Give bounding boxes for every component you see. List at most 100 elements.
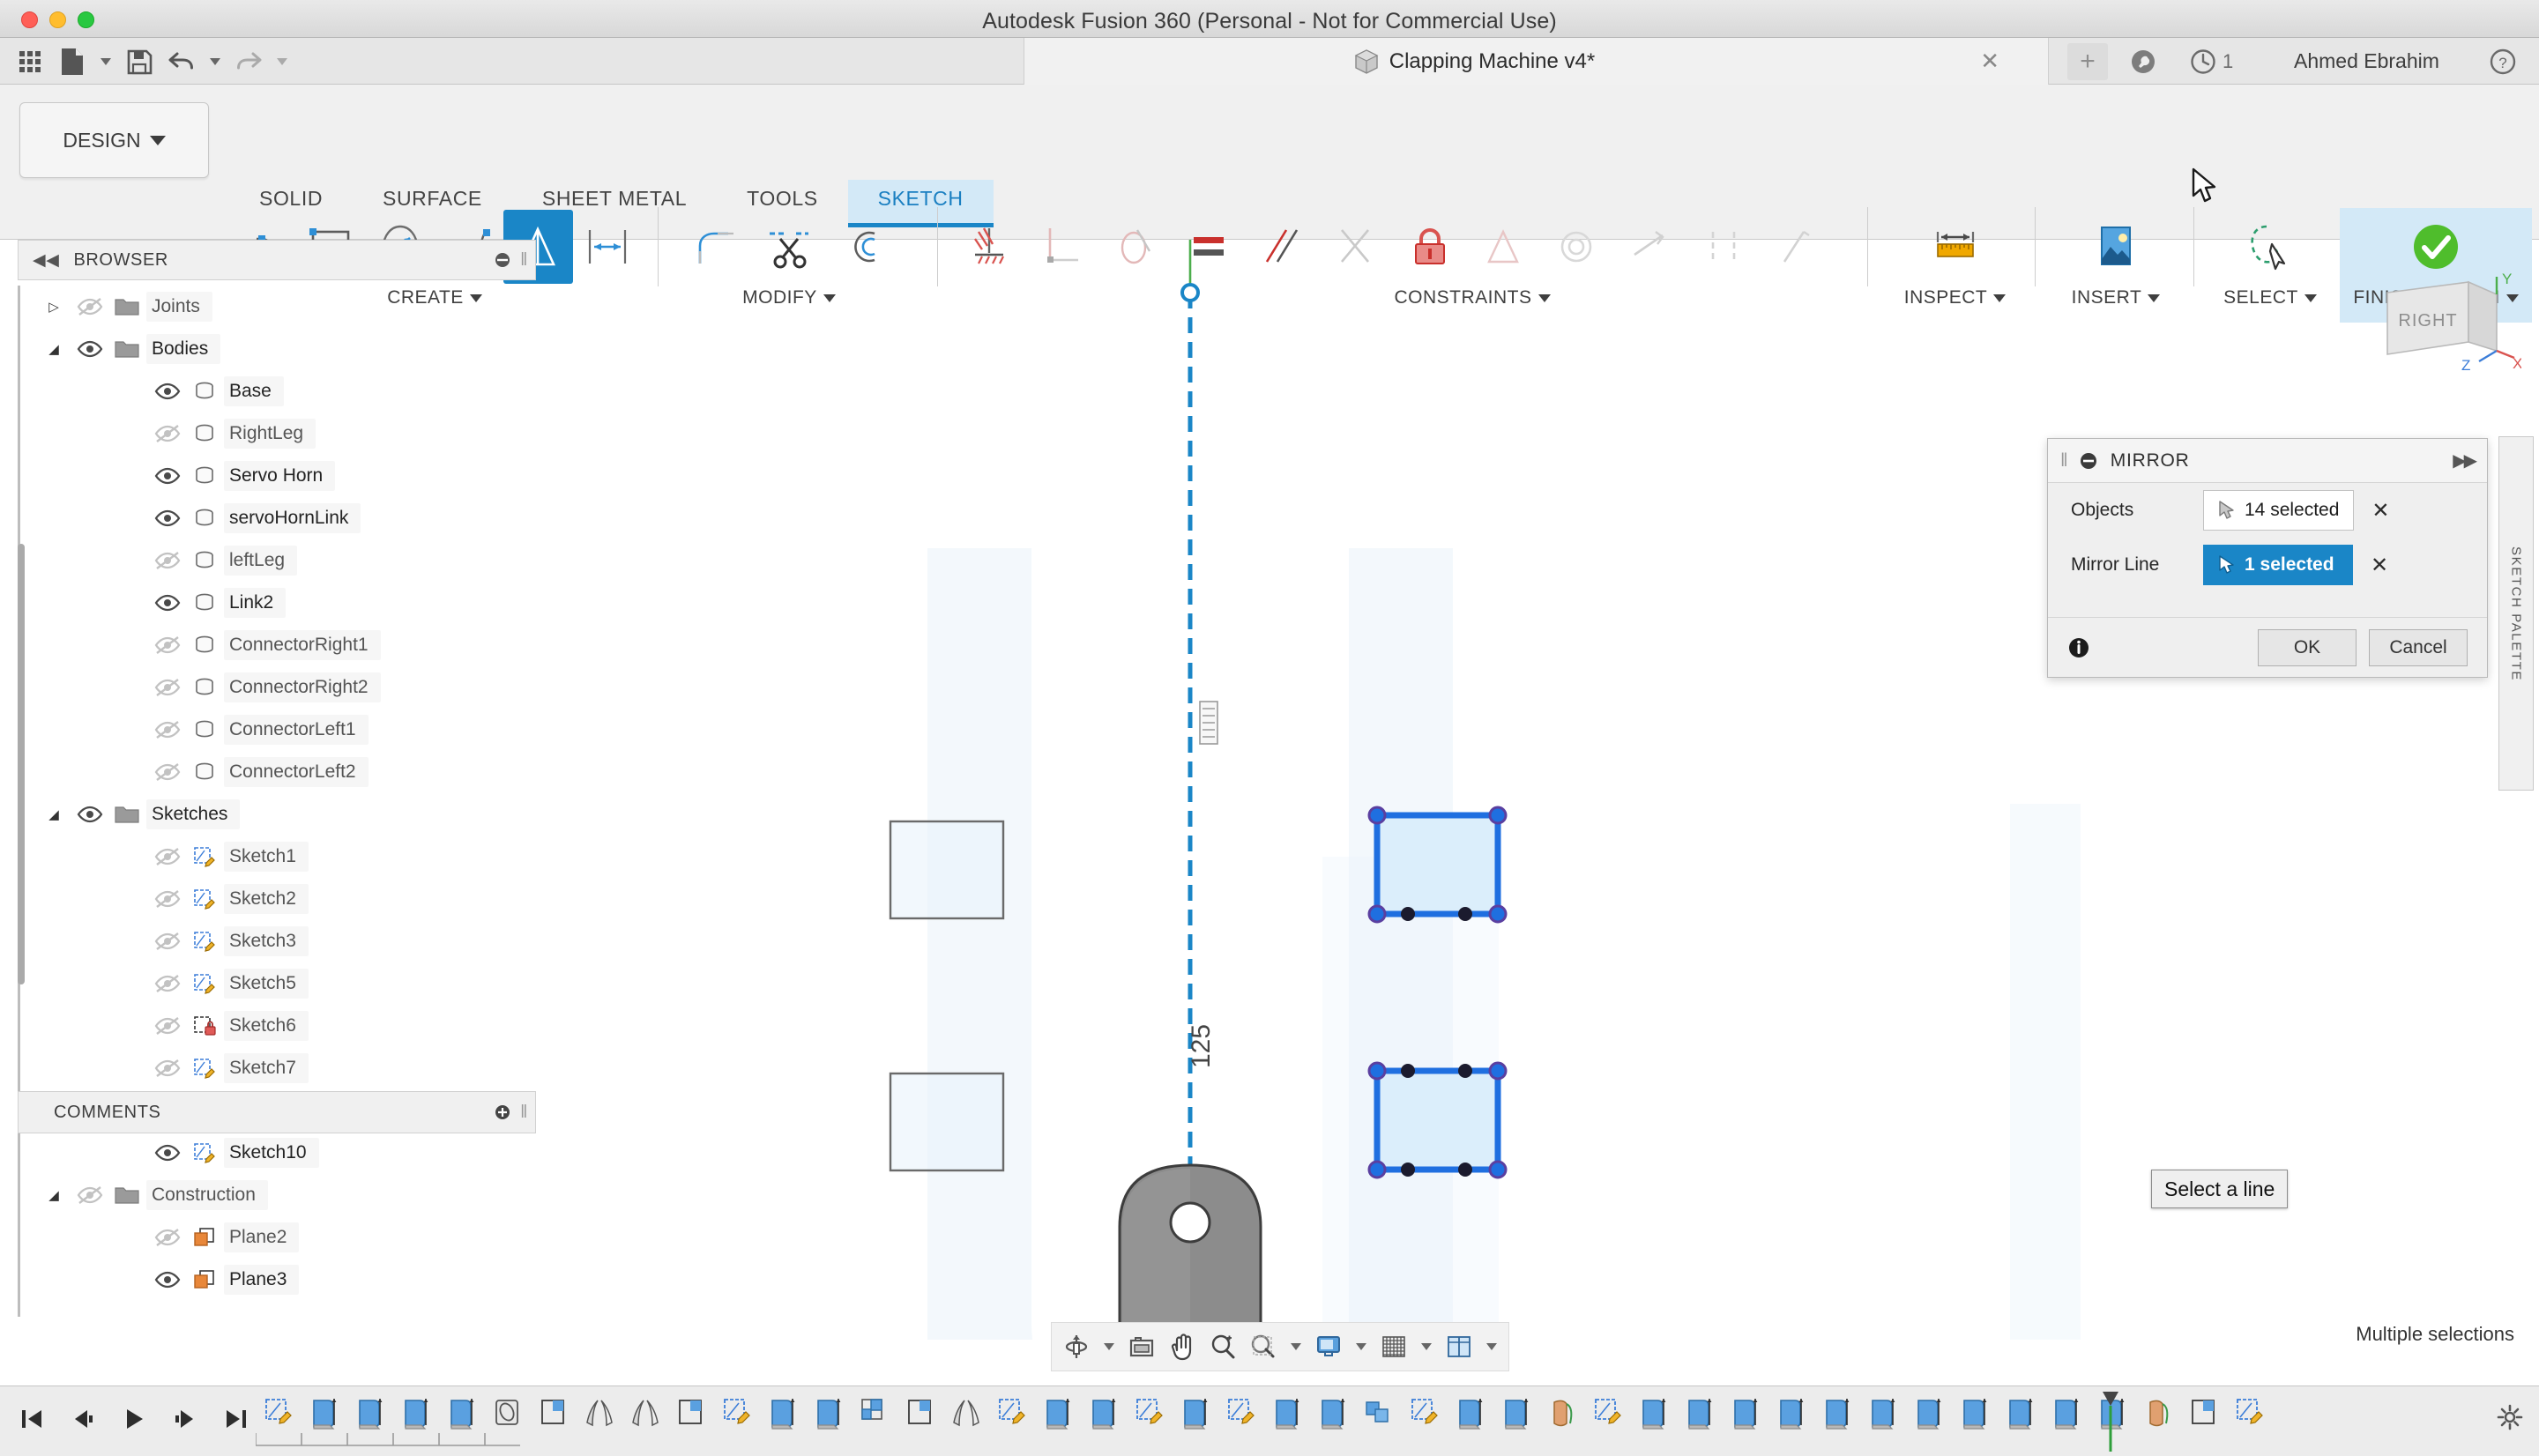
timeline-feature-sketch[interactable]: [1585, 1393, 1631, 1445]
timeline-feature-extrude[interactable]: [1173, 1393, 1218, 1445]
workspace-selector[interactable]: DESIGN: [19, 102, 209, 178]
timeline-feature-plane[interactable]: [897, 1393, 943, 1445]
browser-tree-item[interactable]: ConnectorRight2: [18, 666, 536, 709]
visibility-toggle-hidden-icon[interactable]: [150, 847, 185, 866]
visibility-toggle-hidden-icon[interactable]: [150, 635, 185, 655]
double-chevron-right-icon[interactable]: ▶▶: [2453, 449, 2477, 472]
new-tab-button[interactable]: +: [2067, 43, 2108, 80]
job-status-icon[interactable]: [2129, 38, 2157, 85]
undo-icon[interactable]: [162, 42, 201, 81]
help-icon[interactable]: ?: [2489, 38, 2517, 85]
timeline-feature-mirror[interactable]: [943, 1393, 989, 1445]
visibility-toggle-hidden-icon[interactable]: [150, 678, 185, 697]
mirror-cancel-button[interactable]: Cancel: [2369, 628, 2468, 666]
zoom-icon[interactable]: [1203, 1326, 1242, 1368]
timeline-feature-mirror[interactable]: [622, 1393, 668, 1445]
timeline-end-marker[interactable]: [2101, 1390, 2120, 1453]
orbit-dropdown-icon[interactable]: [1098, 1326, 1121, 1368]
timeline-feature-extrude[interactable]: [1493, 1393, 1539, 1445]
browser-tree-item[interactable]: Sketch7: [18, 1047, 536, 1089]
browser-tree-item[interactable]: Sketch3: [18, 920, 536, 962]
viewports-dropdown-icon[interactable]: [1480, 1326, 1503, 1368]
grid-snaps-dropdown-icon[interactable]: [1415, 1326, 1438, 1368]
dialog-grip-icon[interactable]: ‖: [2060, 450, 2068, 472]
timeline-feature-mirror[interactable]: [577, 1393, 622, 1445]
timeline-feature-extrude[interactable]: [1768, 1393, 1814, 1445]
timeline-feature-extrude[interactable]: [2044, 1393, 2089, 1445]
view-navigation-bar[interactable]: [1051, 1322, 1509, 1371]
view-cube[interactable]: RIGHT Y Z X: [2363, 273, 2521, 414]
visibility-toggle-visible-icon[interactable]: [150, 382, 185, 401]
new-file-dropdown-icon[interactable]: [95, 42, 116, 81]
look-at-icon[interactable]: [1122, 1326, 1161, 1368]
timeline-bar[interactable]: [0, 1385, 2539, 1456]
timeline-feature-extrude[interactable]: [1081, 1393, 1127, 1445]
visibility-toggle-hidden-icon[interactable]: [150, 762, 185, 782]
browser-tree-item[interactable]: Sketch5: [18, 962, 536, 1005]
document-tab[interactable]: Clapping Machine v4* ✕: [1024, 38, 2049, 85]
timeline-feature-extrude[interactable]: [1952, 1393, 1998, 1445]
tree-twisty-expanded-icon[interactable]: ◢: [42, 806, 65, 822]
timeline-feature-sketch[interactable]: [1218, 1393, 1264, 1445]
mirror-objects-field[interactable]: 14 selected: [2203, 490, 2355, 531]
timeline-feature-plane[interactable]: [531, 1393, 577, 1445]
recent-activity-indicator[interactable]: 1: [2189, 38, 2233, 85]
browser-tree-item[interactable]: Sketch1: [18, 836, 536, 878]
browser-tree-item[interactable]: Sketch6: [18, 1005, 536, 1047]
timeline-feature-combine[interactable]: [852, 1393, 897, 1445]
visibility-toggle-visible-icon[interactable]: [150, 1143, 185, 1163]
browser-tree-item[interactable]: servoHornLink: [18, 497, 536, 539]
save-icon[interactable]: [120, 42, 159, 81]
visibility-toggle-hidden-icon[interactable]: [150, 551, 185, 570]
timeline-feature-extrude[interactable]: [1264, 1393, 1310, 1445]
zoom-dropdown-icon[interactable]: [1284, 1326, 1307, 1368]
browser-tree-item[interactable]: RightLeg: [18, 412, 536, 455]
browser-tree-item[interactable]: ◢ Sketches: [18, 793, 536, 836]
visibility-toggle-hidden-icon[interactable]: [150, 424, 185, 443]
zoom-window-icon[interactable]: [1244, 1326, 1283, 1368]
timeline-feature-extrude[interactable]: [1677, 1393, 1723, 1445]
tree-twisty-expanded-icon[interactable]: ◢: [42, 341, 65, 357]
timeline-feature-extrude[interactable]: [1860, 1393, 1906, 1445]
timeline-feature-plane[interactable]: [668, 1393, 714, 1445]
timeline-go-end-icon[interactable]: [213, 1393, 259, 1445]
comments-grip-icon[interactable]: ‖: [520, 1103, 528, 1123]
sketch-palette-tab[interactable]: SKETCH PALETTE: [2498, 436, 2534, 791]
browser-tree-item[interactable]: Plane2: [18, 1216, 536, 1259]
close-tab-button[interactable]: ✕: [1980, 49, 1999, 72]
mirror-objects-clear-button[interactable]: ✕: [2371, 498, 2389, 524]
browser-grip-icon[interactable]: ‖: [520, 250, 528, 271]
timeline-feature-extrude[interactable]: [760, 1393, 806, 1445]
visibility-toggle-hidden-icon[interactable]: [150, 1228, 185, 1247]
browser-options-icon[interactable]: [494, 251, 511, 269]
visibility-toggle-hidden-icon[interactable]: [150, 889, 185, 909]
timeline-feature-extrude[interactable]: [1998, 1393, 2044, 1445]
new-file-icon[interactable]: [53, 42, 92, 81]
visibility-toggle-hidden-icon[interactable]: [150, 1016, 185, 1036]
timeline-feature-sketch[interactable]: [2227, 1393, 2273, 1445]
browser-tree-item[interactable]: Sketch2: [18, 878, 536, 920]
display-settings-icon[interactable]: [1309, 1326, 1348, 1368]
timeline-feature-revolve[interactable]: [2135, 1393, 2181, 1445]
gear-icon[interactable]: [2497, 1404, 2523, 1430]
timeline-feature-revolve[interactable]: [1539, 1393, 1585, 1445]
undo-dropdown-icon[interactable]: [205, 42, 226, 81]
browser-tree-item[interactable]: ConnectorLeft2: [18, 751, 536, 793]
timeline-feature-mirrorplane[interactable]: [2181, 1393, 2227, 1445]
visibility-toggle-visible-icon[interactable]: [150, 593, 185, 613]
browser-tree-item[interactable]: ◢ Construction: [18, 1174, 536, 1216]
browser-tree-item[interactable]: Servo Horn: [18, 455, 536, 497]
timeline-feature-extrude[interactable]: [1631, 1393, 1677, 1445]
browser-tree[interactable]: ▷ Joints ◢ Bodies Base RightLeg Servo Horn serv…: [18, 286, 536, 1317]
browser-tree-item[interactable]: ▷ Joints: [18, 286, 536, 328]
timeline-go-start-icon[interactable]: [9, 1393, 55, 1445]
browser-tree-item[interactable]: ConnectorLeft1: [18, 709, 536, 751]
timeline-play-icon[interactable]: [111, 1393, 157, 1445]
browser-tree-item[interactable]: Link2: [18, 582, 536, 624]
browser-tree-item[interactable]: Plane3: [18, 1259, 536, 1301]
visibility-toggle-hidden-icon[interactable]: [72, 297, 108, 316]
visibility-toggle-hidden-icon[interactable]: [150, 932, 185, 951]
visibility-toggle-hidden-icon[interactable]: [150, 1059, 185, 1078]
timeline-feature-extrude[interactable]: [1448, 1393, 1493, 1445]
timeline-feature-sketch[interactable]: [1127, 1393, 1173, 1445]
